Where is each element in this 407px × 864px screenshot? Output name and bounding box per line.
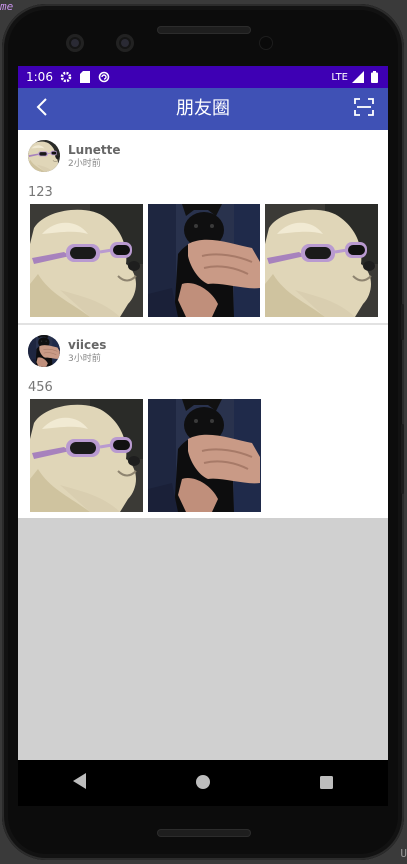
recents-square-icon [319, 774, 333, 793]
nav-home-button[interactable] [173, 760, 233, 806]
photo-thumbnail[interactable] [30, 399, 143, 512]
scan-icon [354, 98, 374, 120]
photo-thumbnail[interactable] [148, 204, 261, 317]
post-content: 123 [28, 185, 53, 200]
photo-thumbnail[interactable] [30, 204, 143, 317]
phone-volume-button [401, 424, 404, 494]
ide-corner-label: me [0, 0, 14, 13]
navigation-bar [18, 760, 388, 806]
photo-thumbnail[interactable] [265, 204, 378, 317]
ide-bottom-right-label: U [400, 847, 407, 860]
front-camera-right [116, 34, 134, 52]
scan-button[interactable] [340, 88, 388, 130]
front-camera-left [66, 34, 84, 52]
photo-thumbnail[interactable] [148, 399, 261, 512]
top-speaker [157, 26, 251, 34]
photo-grid [28, 399, 378, 518]
post-content: 456 [28, 380, 53, 395]
sync-icon [98, 71, 110, 83]
status-bar: 1:06 LTE [18, 66, 388, 88]
avatar[interactable] [28, 335, 60, 367]
network-type: LTE [331, 71, 348, 83]
screen: 1:06 LTE 朋友圈 Lunette 2小时前 123 viices 3小时… [18, 66, 388, 794]
back-triangle-icon [72, 773, 87, 793]
post-author[interactable]: viices [68, 338, 106, 353]
post-header: viices 3小时前 [28, 325, 378, 377]
home-circle-icon [195, 774, 210, 793]
page-title: 朋友圈 [176, 98, 230, 119]
post-item: viices 3小时前 456 [18, 325, 388, 518]
signal-icon [352, 71, 364, 83]
post-header: Lunette 2小时前 [28, 130, 378, 182]
proximity-sensor [260, 37, 272, 49]
bottom-speaker [157, 829, 251, 837]
battery-icon [368, 71, 380, 83]
nav-recents-button[interactable] [296, 760, 356, 806]
status-time: 1:06 [26, 70, 53, 84]
back-button[interactable] [18, 88, 66, 130]
photo-grid [28, 204, 378, 323]
nav-back-button[interactable] [50, 760, 110, 806]
sim-card-icon [79, 71, 91, 83]
post-item: Lunette 2小时前 123 [18, 130, 388, 323]
app-bar: 朋友圈 [18, 88, 388, 130]
avatar[interactable] [28, 140, 60, 172]
post-time: 2小时前 [68, 158, 101, 169]
post-time: 3小时前 [68, 353, 101, 364]
chevron-left-icon [35, 97, 49, 121]
settings-icon [60, 71, 72, 83]
post-author[interactable]: Lunette [68, 143, 120, 158]
phone-side-button [401, 304, 404, 340]
